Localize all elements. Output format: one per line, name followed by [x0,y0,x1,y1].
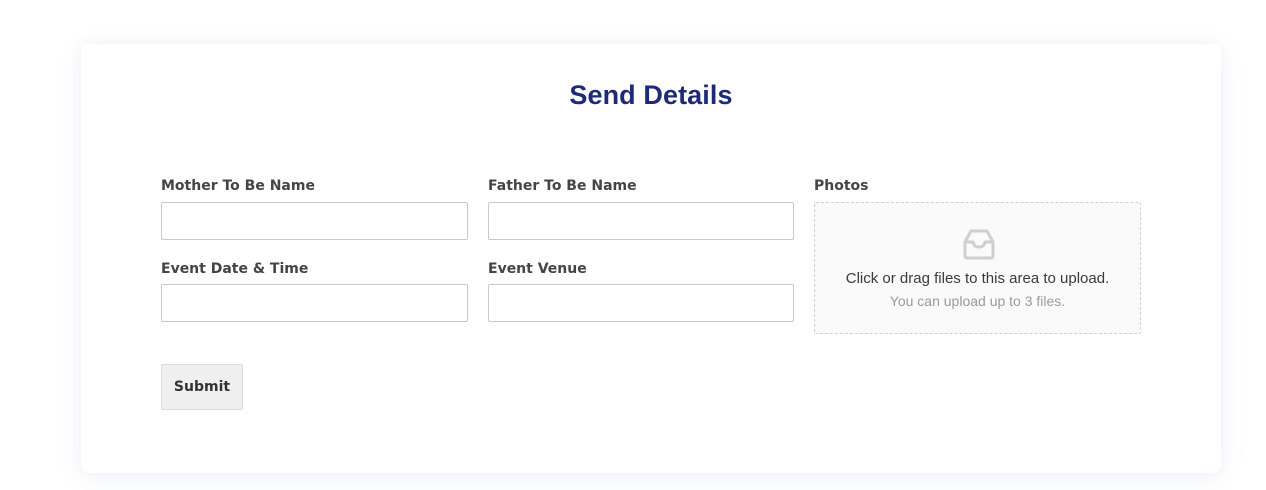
photos-upload-dropzone[interactable]: Click or drag files to this area to uplo… [814,202,1141,334]
mother-name-label: Mother To Be Name [161,178,315,194]
form-title: Send Details [569,80,733,110]
inbox-icon [963,229,995,260]
mother-name-input[interactable] [161,202,468,240]
photos-label: Photos [814,178,869,194]
submit-button[interactable]: Submit [161,364,243,410]
event-datetime-label: Event Date & Time [161,261,309,277]
event-venue-input[interactable] [488,284,794,322]
father-name-input[interactable] [488,202,794,240]
dropzone-instructions: Click or drag files to this area to uplo… [845,270,1110,287]
event-venue-label: Event Venue [488,261,587,277]
event-datetime-input[interactable] [161,284,468,322]
dropzone-limit-hint: You can upload up to 3 files. [889,293,1066,309]
send-details-card: Send Details Mother To Be Name Father To… [81,44,1221,473]
father-name-label: Father To Be Name [488,178,637,194]
